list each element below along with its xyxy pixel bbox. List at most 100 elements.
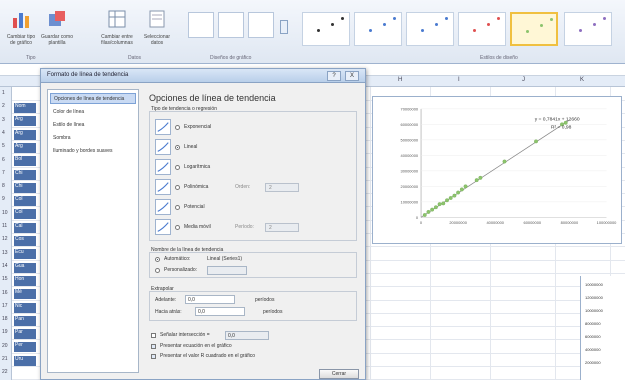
row-header[interactable]: 4 [2,130,5,136]
cell-column-a[interactable]: Per [14,342,36,353]
row-header[interactable]: 14 [2,263,8,269]
row-header[interactable]: 12 [2,236,8,242]
forecast-backward-input[interactable]: 0,0 [195,307,245,316]
row-header[interactable]: 20 [2,343,8,349]
show-equation-checkbox[interactable] [151,344,156,349]
row-header[interactable]: 17 [2,303,8,309]
row-header[interactable]: 10 [2,210,8,216]
trend-type-radio[interactable] [175,145,180,150]
show-r2-checkbox[interactable] [151,354,156,359]
save-template-button[interactable]: Guardar como plantilla [40,6,74,56]
nav-trendline-options[interactable]: Opciones de línea de tendencia [50,93,136,104]
close-x-button[interactable]: X [345,71,359,81]
layouts-more-button[interactable] [280,20,288,34]
dialog-title-bar[interactable]: Formato de línea de tendencia ? X [41,69,365,83]
table-cell[interactable]: 8000000 [585,321,601,326]
table-cell[interactable]: 10000000 [585,308,603,313]
cell-column-a[interactable]: Arg [14,142,36,153]
row-header[interactable]: 18 [2,316,8,322]
chart-layout-3[interactable] [248,12,274,38]
table-cell[interactable]: 10000000 [585,282,603,287]
row-header[interactable]: 1 [2,90,5,96]
chart-style-3[interactable] [406,12,454,46]
cell-column-a[interactable]: Bol [14,156,36,167]
cell-column-a[interactable]: Arg [14,116,36,127]
table-cell[interactable]: 12000000 [585,295,603,300]
row-header[interactable]: 15 [2,276,8,282]
row-header[interactable]: 16 [2,290,8,296]
row-header[interactable]: 9 [2,196,5,202]
column-header-k[interactable]: K [580,77,584,83]
nav-line-color[interactable]: Color de línea [50,107,136,118]
select-data-button[interactable]: Seleccionar datos [140,6,174,56]
cell-column-a[interactable]: Hon [14,275,36,286]
chart-style-5-selected[interactable] [510,12,558,46]
column-header-j[interactable]: J [522,77,525,83]
row-header[interactable]: 5 [2,143,5,149]
change-chart-type-button[interactable]: Cambiar tipo de gráfico [4,6,38,56]
trend-type-radio[interactable] [175,165,180,170]
row-header[interactable]: 2 [2,103,5,109]
nav-glow-soft-edges[interactable]: Iluminado y bordes suaves [50,146,136,157]
cell-column-a[interactable]: Col [14,209,36,220]
name-auto-radio[interactable] [155,257,160,262]
chart-style-1[interactable] [302,12,350,46]
row-header[interactable]: 6 [2,157,5,163]
cell-column-a[interactable]: Pan [14,315,36,326]
switch-row-column-button[interactable]: Cambiar entre filas/columnas [100,6,134,56]
column-header-h[interactable]: H [398,77,402,83]
cell-column-a[interactable]: Uru [14,355,36,366]
cell-column-a[interactable]: Mé [14,289,36,300]
trend-type-radio[interactable] [175,225,180,230]
cell-column-a[interactable]: Nom [14,103,36,113]
set-intercept-checkbox[interactable] [151,333,156,338]
trend-type-radio[interactable] [175,205,180,210]
grid-line [370,87,371,380]
trendline-r2: R² = 0,98 [551,125,572,131]
trend-type-label: Exponencial [184,124,212,130]
cell-column-a[interactable]: Arg [14,129,36,140]
trend-type-spinner[interactable]: 2 [265,183,299,192]
trend-type-radio[interactable] [175,125,180,130]
trend-type-spinner[interactable]: 2 [265,223,299,232]
trend-type-radio[interactable] [175,185,180,190]
name-custom-radio[interactable] [155,268,160,273]
chart-layout-1[interactable] [188,12,214,38]
chart-style-2[interactable] [354,12,402,46]
row-header[interactable]: 19 [2,329,8,335]
cell-column-a[interactable]: Chi [14,169,36,180]
row-header[interactable]: 13 [2,250,8,256]
nav-shadow[interactable]: Sombra [50,133,136,144]
trend-type-label: Media móvil [184,224,211,230]
row-header[interactable]: 22 [2,369,8,375]
cell-column-a[interactable]: Col [14,196,36,207]
chart-style-4[interactable] [458,12,506,46]
scatter-chart[interactable]: 70000000 60000000 50000000 40000000 30000000… [372,96,622,244]
cell-column-a[interactable]: Chi [14,182,36,193]
chart-layout-2[interactable] [218,12,244,38]
table-cell[interactable]: 4000000 [585,347,601,352]
cell-column-a[interactable]: Par [14,329,36,340]
help-button[interactable]: ? [327,71,341,81]
scatter-point [463,184,468,189]
cell-column-a[interactable]: Ecu [14,249,36,260]
row-header[interactable]: 21 [2,356,8,362]
name-custom-input[interactable] [207,266,247,275]
forecast-forward-input[interactable]: 0,0 [185,295,235,304]
table-cell[interactable]: 2000000 [585,360,601,365]
y-tick-label: 50000000 [401,137,419,142]
row-header[interactable]: 11 [2,223,7,229]
table-cell[interactable]: 6000000 [585,334,601,339]
intercept-input[interactable]: 0,0 [225,331,269,340]
nav-line-style[interactable]: Estilo de línea [50,120,136,131]
row-header[interactable]: 7 [2,170,5,176]
cell-column-a[interactable]: Gua [14,262,36,273]
close-button[interactable]: Cerrar [319,369,359,379]
cell-column-a[interactable]: Cal [14,222,36,233]
chart-style-6[interactable] [564,12,612,46]
row-header[interactable]: 8 [2,183,5,189]
cell-column-a[interactable]: Nic [14,302,36,313]
column-header-i[interactable]: I [458,77,460,83]
cell-column-a[interactable]: Cos [14,236,36,246]
row-header[interactable]: 3 [2,117,5,123]
